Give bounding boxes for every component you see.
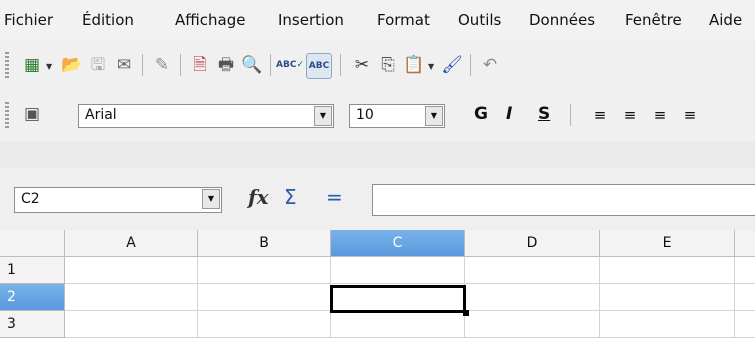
function-wizard-icon[interactable]: fx <box>248 185 269 209</box>
page-preview-icon[interactable]: 🔍 <box>240 53 264 77</box>
menu-affichage[interactable]: Affichage <box>175 10 245 30</box>
paste-icon[interactable]: 📋 <box>402 53 426 77</box>
toolbar-separator <box>142 54 143 76</box>
styles-icon[interactable]: ▣ <box>20 102 44 126</box>
column-header-a[interactable]: A <box>65 230 198 257</box>
standard-toolbar: ▦ ▼ 📂 🖫 ✉ ✎ 🗎 🖶 🔍 ABC✓ ABC ✂ ⎘ 📋 ▼ 🖌 ↶ <box>0 40 755 90</box>
column-header-e[interactable]: E <box>600 230 735 257</box>
undo-icon[interactable]: ↶ <box>478 53 502 77</box>
toolbar-grip[interactable] <box>5 102 9 128</box>
menu-fenetre[interactable]: Fenêtre <box>625 10 682 30</box>
font-name-value: Arial <box>85 107 117 123</box>
chevron-down-icon[interactable]: ▼ <box>202 189 220 209</box>
edit-file-icon[interactable]: ✎ <box>150 53 174 77</box>
align-center-icon[interactable]: ≡ <box>618 103 642 127</box>
grid-line <box>197 257 198 338</box>
font-size-value: 10 <box>356 107 374 123</box>
column-header-c[interactable]: C <box>331 230 465 257</box>
active-cell-c2[interactable] <box>330 285 466 313</box>
menu-format[interactable]: Format <box>377 10 430 30</box>
export-pdf-icon[interactable]: 🗎 <box>188 53 212 77</box>
save-icon[interactable]: 🖫 <box>86 53 110 77</box>
column-header-b[interactable]: B <box>198 230 331 257</box>
toolbar-separator <box>340 54 341 76</box>
italic-button[interactable]: I <box>506 104 512 124</box>
menu-outils[interactable]: Outils <box>458 10 501 30</box>
cut-icon[interactable]: ✂ <box>350 53 374 77</box>
name-box[interactable]: C2 ▼ <box>14 187 222 213</box>
formula-input[interactable] <box>372 184 755 216</box>
chevron-down-icon[interactable]: ▼ <box>46 62 52 71</box>
sum-icon[interactable]: Σ <box>284 185 297 209</box>
print-icon[interactable]: 🖶 <box>214 53 238 77</box>
bold-button[interactable]: G <box>474 104 488 124</box>
menu-edition[interactable]: Édition <box>82 10 134 30</box>
chevron-down-icon[interactable]: ▼ <box>425 106 443 126</box>
toolbar-separator <box>570 104 571 126</box>
toolbar-grip[interactable] <box>5 52 9 78</box>
clone-formatting-icon[interactable]: 🖌 <box>440 53 464 77</box>
autospellcheck-icon[interactable]: ABC <box>306 53 332 79</box>
toolbar-strip <box>0 142 755 169</box>
chevron-down-icon[interactable]: ▼ <box>428 62 434 71</box>
grid-line <box>734 257 735 338</box>
underline-button[interactable]: S <box>538 104 550 124</box>
grid-line <box>599 257 600 338</box>
toolbar-separator <box>470 54 471 76</box>
font-name-combo[interactable]: Arial ▼ <box>78 104 334 128</box>
chevron-down-icon[interactable]: ▼ <box>314 106 332 126</box>
font-size-combo[interactable]: 10 ▼ <box>349 104 445 128</box>
name-box-value: C2 <box>21 191 40 207</box>
open-folder-icon[interactable]: 📂 <box>60 53 84 77</box>
new-document-icon[interactable]: ▦ <box>20 53 44 77</box>
column-header-d[interactable]: D <box>465 230 600 257</box>
menu-insertion[interactable]: Insertion <box>278 10 344 30</box>
select-all-corner[interactable] <box>0 230 65 257</box>
equals-icon[interactable]: = <box>326 185 343 209</box>
email-icon[interactable]: ✉ <box>112 53 136 77</box>
align-right-icon[interactable]: ≡ <box>648 103 672 127</box>
grid-line <box>65 283 755 284</box>
column-header-f[interactable] <box>735 230 755 257</box>
menu-donnees[interactable]: Données <box>529 10 595 30</box>
spellcheck-icon[interactable]: ABC✓ <box>276 53 304 77</box>
copy-icon[interactable]: ⎘ <box>376 53 400 77</box>
fill-handle[interactable] <box>463 310 469 316</box>
row-header-1[interactable]: 1 <box>0 257 65 284</box>
toolbar-separator <box>180 54 181 76</box>
menu-fichier[interactable]: Fichier <box>4 10 53 30</box>
row-header-2[interactable]: 2 <box>0 284 65 311</box>
justify-icon[interactable]: ≡ <box>678 103 702 127</box>
toolbar-separator <box>270 54 271 76</box>
row-header-3[interactable]: 3 <box>0 311 65 338</box>
menu-bar: Fichier Édition Affichage Insertion Form… <box>0 0 755 40</box>
menu-aide[interactable]: Aide <box>709 10 742 30</box>
align-left-icon[interactable]: ≡ <box>588 103 612 127</box>
